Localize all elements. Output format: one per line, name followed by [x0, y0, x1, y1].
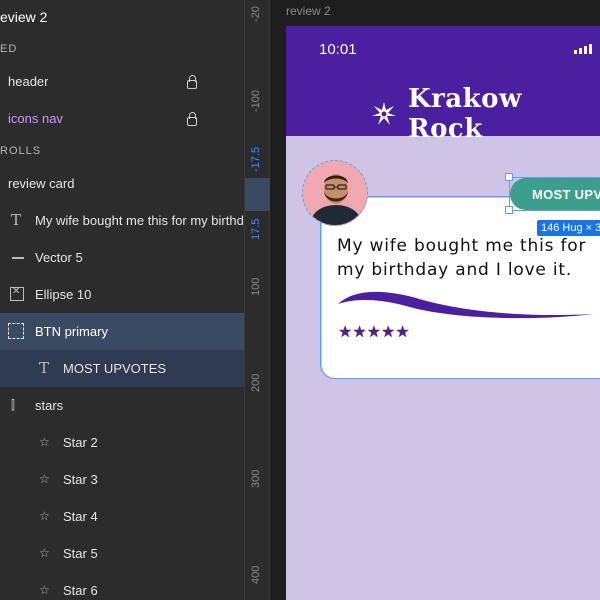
layer-star[interactable]: ☆ Star 5	[0, 535, 244, 572]
ruler-tick: 17.5	[250, 218, 262, 240]
layer-star[interactable]: ☆ Star 4	[0, 498, 244, 535]
size-indicator: 146 Hug × 35	[537, 220, 600, 236]
avatar[interactable]	[302, 160, 368, 226]
layer-review-card[interactable]: review card	[0, 165, 244, 202]
ruler-tick: 300	[250, 469, 262, 488]
most-upvotes-button[interactable]: MOST UPVOTES	[510, 178, 600, 210]
ruler-selection-band	[245, 178, 270, 211]
brand-name: Krakow Rock	[407, 84, 522, 144]
app-header: 10:01 Krakow Rock	[286, 26, 600, 144]
lock-icon[interactable]	[187, 112, 197, 126]
layer-star[interactable]: ☆ Star 6	[0, 572, 244, 600]
swoosh-vector[interactable]	[336, 288, 598, 324]
star-layer-icon: ☆	[39, 472, 50, 486]
layer-label: icons nav	[8, 111, 63, 126]
page-title[interactable]: eview 2	[0, 9, 47, 25]
layer-stars[interactable]: ⫿ stars	[0, 387, 244, 424]
layer-label: Star 6	[63, 583, 98, 598]
auto-layout-icon: ⫿	[11, 398, 15, 412]
ruler-tick: 100	[250, 277, 262, 296]
layer-label: Ellipse 10	[35, 287, 92, 302]
layer-label: stars	[35, 398, 64, 413]
ruler-tick: -20	[250, 6, 262, 22]
phone-frame[interactable]: 10:01 Krakow Rock My wife bought me this…	[286, 26, 600, 600]
layer-label: Star 5	[63, 546, 98, 561]
layer-label: My wife bought me this for my birthday	[35, 213, 244, 228]
star-layer-icon: ☆	[39, 546, 50, 560]
layer-label: BTN primary	[35, 324, 108, 339]
text-layer-icon: T	[39, 359, 50, 377]
ellipse-layer-icon	[10, 286, 24, 301]
layer-label: Vector 5	[35, 250, 83, 265]
layer-review-text[interactable]: T My wife bought me this for my birthday	[0, 202, 244, 239]
vector-layer-icon	[12, 257, 24, 259]
stars-rating: ★ ★ ★ ★ ★	[338, 325, 410, 341]
layer-label: Star 3	[63, 472, 98, 487]
layer-ellipse[interactable]: Ellipse 10	[0, 276, 244, 313]
layers-panel: eview 2 ED header icons nav ROLLS review…	[0, 0, 244, 600]
layer-label: Star 2	[63, 435, 98, 450]
resize-handle[interactable]	[505, 206, 513, 214]
vertical-ruler[interactable]: -20 -100 -17.5 17.5 100 200 300 400	[244, 0, 270, 600]
layer-icons-nav[interactable]: icons nav	[0, 100, 244, 137]
star-icon: ★	[352, 324, 367, 341]
layer-star[interactable]: ☆ Star 3	[0, 461, 244, 498]
button-label: MOST UPVOTES	[532, 186, 600, 202]
layer-star[interactable]: ☆ Star 2	[0, 424, 244, 461]
layer-btn-primary[interactable]: BTN primary	[0, 313, 244, 350]
layer-most-upvotes[interactable]: T MOST UPVOTES	[0, 350, 244, 387]
brand: Krakow Rock	[368, 84, 600, 144]
ruler-tick: -17.5	[250, 146, 262, 172]
design-canvas[interactable]: review 2 10:01 Krakow Rock My wife bough…	[270, 0, 600, 600]
section-scrolls-label: ROLLS	[0, 145, 42, 157]
ruler-tick: -100	[250, 89, 262, 112]
logo-icon	[371, 102, 396, 125]
layer-vector[interactable]: Vector 5	[0, 239, 244, 276]
layer-label: review card	[8, 176, 75, 191]
frame-layer-icon	[8, 323, 24, 339]
star-layer-icon: ☆	[39, 509, 50, 523]
layer-label: Star 4	[63, 509, 98, 524]
lock-icon[interactable]	[187, 75, 197, 89]
ruler-tick: 200	[250, 373, 262, 392]
design-editor: eview 2 ED header icons nav ROLLS review…	[0, 0, 600, 600]
resize-handle[interactable]	[505, 173, 513, 181]
review-text[interactable]: My wife bought me this for my birthday a…	[337, 234, 597, 282]
star-icon: ★	[366, 324, 382, 341]
text-layer-icon: T	[11, 211, 22, 229]
layer-label: header	[8, 74, 49, 89]
star-icon: ★	[395, 324, 410, 341]
star-icon: ★	[338, 324, 353, 341]
star-layer-icon: ☆	[39, 435, 50, 449]
signal-icon	[574, 44, 592, 54]
status-time: 10:01	[319, 41, 357, 58]
ruler-tick: 400	[250, 565, 262, 584]
frame-title[interactable]: review 2	[286, 4, 331, 18]
section-fixed-label: ED	[0, 43, 18, 55]
layer-header[interactable]: header	[0, 63, 244, 100]
layer-label: MOST UPVOTES	[63, 361, 167, 376]
star-icon: ★	[381, 324, 396, 341]
star-layer-icon: ☆	[39, 583, 50, 597]
person-avatar-icon	[309, 174, 363, 225]
